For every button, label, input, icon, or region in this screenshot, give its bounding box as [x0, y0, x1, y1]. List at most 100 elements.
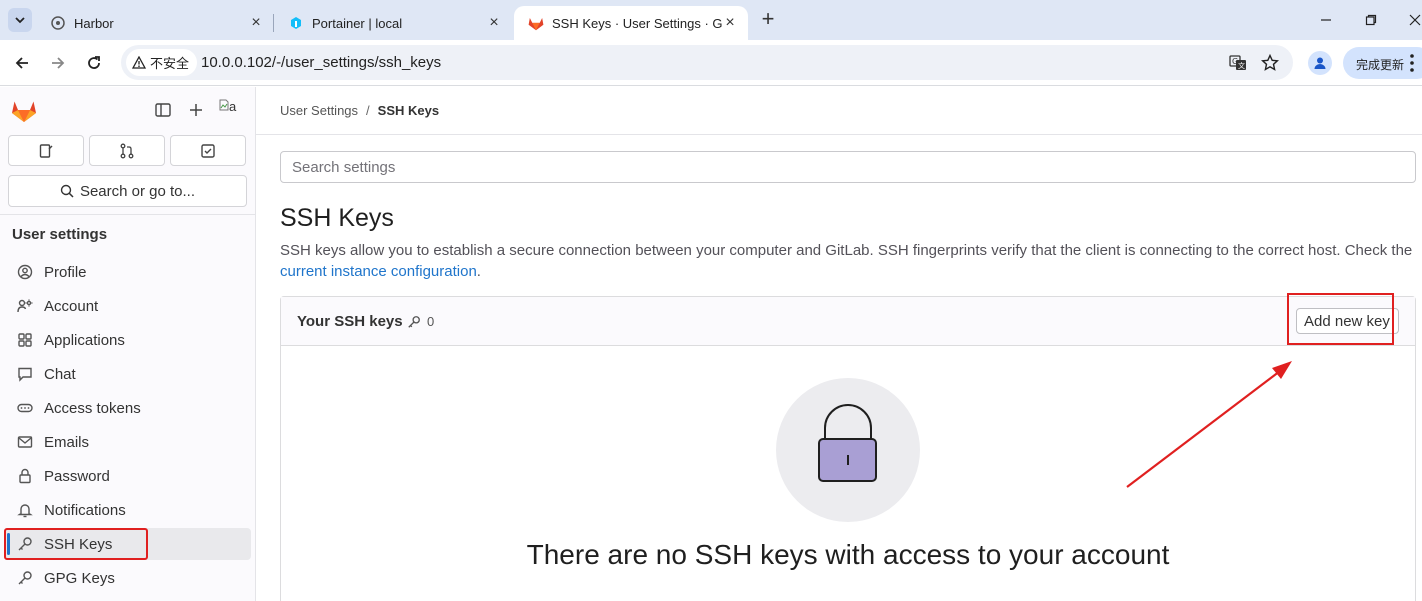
card-title: Your SSH keys [297, 313, 403, 330]
security-label: 不安全 [150, 56, 190, 71]
close-icon[interactable]: × [248, 15, 264, 31]
breadcrumb-user-settings[interactable]: User Settings [280, 103, 358, 118]
key-count-value: 0 [427, 314, 435, 329]
arrow-left-icon [15, 57, 28, 69]
sidebar-item-label: Profile [44, 263, 87, 281]
issues-icon [39, 143, 53, 158]
todo-icon [201, 143, 215, 158]
sidebar-item-chat[interactable]: Chat [4, 358, 251, 390]
reload-button[interactable] [81, 50, 107, 76]
tab-search-button[interactable] [8, 8, 32, 32]
email-icon [16, 433, 34, 451]
sidebar-item-label: Notifications [44, 501, 126, 519]
issues-button[interactable] [8, 135, 84, 166]
browser-tab-strip: Harbor × Portainer | local × SSH Keys · … [0, 0, 1422, 40]
sidebar-toggle-icon[interactable] [154, 101, 172, 119]
breadcrumb-ssh-keys[interactable]: SSH Keys [378, 103, 439, 118]
restore-icon[interactable] [1359, 8, 1383, 32]
key-icon [16, 569, 34, 587]
create-new-icon[interactable] [187, 101, 205, 119]
address-bar[interactable]: 不安全 10.0.0.102/-/user_settings/ssh_keys … [121, 45, 1293, 80]
description-text: SSH keys allow you to establish a secure… [280, 242, 1413, 259]
reload-icon [88, 56, 100, 69]
avatar[interactable]: a [219, 99, 243, 121]
key-count: 0 [407, 314, 434, 329]
search-or-go-label: Search or go to... [79, 182, 196, 200]
description-period: . [476, 263, 481, 280]
sidebar-item-emails[interactable]: Emails [4, 426, 251, 458]
card-header: Your SSH keys 0 Add new key [281, 297, 1415, 346]
sidebar-item-label: Account [44, 297, 99, 315]
back-button[interactable] [9, 50, 35, 76]
ssh-keys-card: Your SSH keys 0 Add new key There are no… [280, 296, 1416, 601]
sidebar-item-applications[interactable]: Applications [4, 324, 251, 356]
close-icon[interactable]: × [486, 15, 502, 31]
header-divider [256, 134, 1422, 135]
sidebar-item-profile[interactable]: Profile [4, 256, 251, 288]
sidebar-item-account[interactable]: Account [4, 290, 251, 322]
key-icon [408, 315, 420, 328]
arrow-right-icon [52, 57, 65, 69]
sidebar-item-label: Access tokens [44, 399, 141, 417]
breadcrumb-separator: / [366, 103, 370, 118]
tab-title: Harbor [74, 15, 114, 31]
page-title: SSH Keys [280, 204, 394, 232]
close-icon[interactable]: × [722, 15, 738, 31]
bookmark-star-icon[interactable] [1259, 52, 1281, 74]
merge-requests-button[interactable] [89, 135, 165, 166]
harbor-icon [50, 15, 66, 31]
more-menu-icon[interactable] [1409, 53, 1415, 73]
annotation-highlight-add-key [1287, 293, 1394, 345]
breadcrumb: User Settings / SSH Keys [280, 103, 439, 118]
svg-text:文: 文 [1238, 61, 1245, 70]
account-icon [16, 297, 34, 315]
profile-icon[interactable] [1308, 51, 1332, 75]
page-description: SSH keys allow you to establish a secure… [280, 240, 1420, 282]
forward-button[interactable] [45, 50, 71, 76]
token-icon [16, 399, 34, 417]
bell-icon [16, 501, 34, 519]
search-icon [60, 184, 74, 198]
tab-title: SSH Keys · User Settings · GitLab [552, 15, 722, 31]
lock-icon [16, 467, 34, 485]
url-text[interactable]: 10.0.0.102/-/user_settings/ssh_keys [201, 54, 441, 71]
empty-state-illustration [776, 378, 920, 522]
tab-gitlab-ssh-keys[interactable]: SSH Keys · User Settings · GitLab × [514, 6, 748, 40]
todo-button[interactable] [170, 135, 246, 166]
lock-icon [818, 404, 877, 482]
sidebar-heading: User settings [12, 226, 108, 243]
avatar-alt-text: a [229, 99, 237, 114]
sidebar-item-access-tokens[interactable]: Access tokens [4, 392, 251, 424]
sidebar-divider [0, 214, 255, 215]
chevron-down-icon [15, 17, 25, 24]
tab-portainer[interactable]: Portainer | local × [274, 6, 512, 40]
sidebar-item-label: Chat [44, 365, 76, 383]
merge-request-icon [120, 143, 134, 158]
tab-title: Portainer | local [312, 15, 403, 31]
search-or-go-button[interactable]: Search or go to... [8, 175, 247, 207]
warning-icon [132, 56, 146, 69]
main-content: User Settings / SSH Keys Search settings… [256, 87, 1422, 601]
sidebar: a Search or go to... User settings Profi… [0, 87, 256, 601]
sidebar-item-label: GPG Keys [44, 569, 115, 587]
instance-configuration-link[interactable]: current instance configuration [280, 263, 477, 280]
sidebar-item-label: Emails [44, 433, 90, 451]
sidebar-item-label: Password [44, 467, 110, 485]
gitlab-logo-icon[interactable] [11, 99, 37, 123]
profile-icon [16, 263, 34, 281]
new-tab-button[interactable]: + [757, 8, 779, 31]
gitlab-icon [528, 15, 544, 31]
portainer-icon [288, 15, 304, 31]
browser-toolbar: 不安全 10.0.0.102/-/user_settings/ssh_keys … [0, 40, 1422, 86]
translate-icon[interactable]: G文 [1227, 52, 1249, 74]
search-settings-input[interactable]: Search settings [280, 151, 1416, 183]
tab-harbor[interactable]: Harbor × [36, 6, 274, 40]
chat-icon [16, 365, 34, 383]
applications-icon [16, 331, 34, 349]
sidebar-item-password[interactable]: Password [4, 460, 251, 492]
sidebar-item-notifications[interactable]: Notifications [4, 494, 251, 526]
security-chip[interactable]: 不安全 [126, 49, 198, 76]
sidebar-item-gpg-keys[interactable]: GPG Keys [4, 562, 251, 594]
minimize-icon[interactable] [1314, 8, 1338, 32]
close-window-icon[interactable] [1403, 8, 1422, 32]
